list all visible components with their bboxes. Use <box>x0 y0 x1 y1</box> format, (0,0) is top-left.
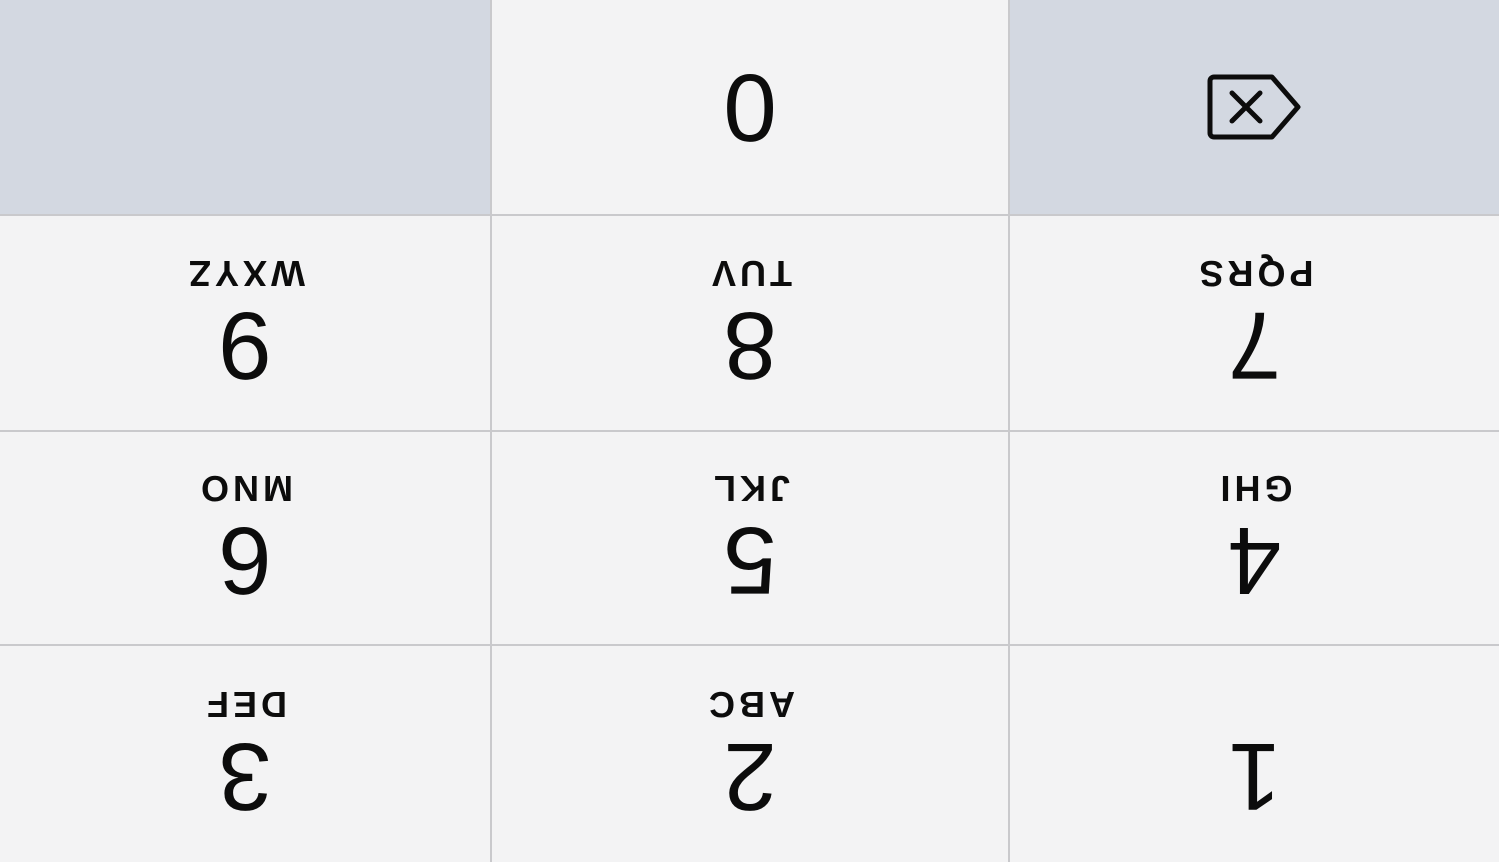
key-digit: 9 <box>218 292 272 399</box>
key-letters: MNO <box>197 468 293 509</box>
key-3[interactable]: 3 DEF <box>0 644 490 862</box>
empty-function-key <box>0 0 490 214</box>
key-6[interactable]: 6 MNO <box>0 430 490 644</box>
key-0[interactable]: 0 <box>490 0 1008 214</box>
key-letters: PQRS <box>1195 253 1314 294</box>
key-letters: ABC <box>705 684 795 725</box>
key-digit: 7 <box>1227 292 1282 399</box>
numeric-keypad: 1 2 ABC 3 DEF 4 GHI 5 JKL 6 MNO 7 PQRS 8… <box>0 0 1499 862</box>
key-letters: WXYZ <box>185 253 305 294</box>
key-digit: 3 <box>218 723 272 830</box>
key-letters: JKL <box>710 468 791 509</box>
delete-backspace-icon <box>1205 72 1305 142</box>
key-digit: 1 <box>1227 723 1282 830</box>
key-7[interactable]: 7 PQRS <box>1008 214 1499 430</box>
key-letters: DEF <box>203 684 287 725</box>
key-5[interactable]: 5 JKL <box>490 430 1008 644</box>
key-digit: 4 <box>1227 507 1282 614</box>
key-1[interactable]: 1 <box>1008 644 1499 862</box>
key-letters: TUV <box>708 253 792 294</box>
key-2[interactable]: 2 ABC <box>490 644 1008 862</box>
key-digit: 5 <box>723 507 777 614</box>
key-digit: 8 <box>723 292 777 399</box>
key-4[interactable]: 4 GHI <box>1008 430 1499 644</box>
key-8[interactable]: 8 TUV <box>490 214 1008 430</box>
key-digit: 6 <box>218 507 272 614</box>
key-digit: 2 <box>723 723 777 830</box>
keypad-grid: 1 2 ABC 3 DEF 4 GHI 5 JKL 6 MNO 7 PQRS 8… <box>0 0 1499 862</box>
key-letters: GHI <box>1216 468 1293 509</box>
key-digit: 0 <box>723 54 777 161</box>
delete-button[interactable] <box>1008 0 1499 214</box>
key-9[interactable]: 9 WXYZ <box>0 214 490 430</box>
